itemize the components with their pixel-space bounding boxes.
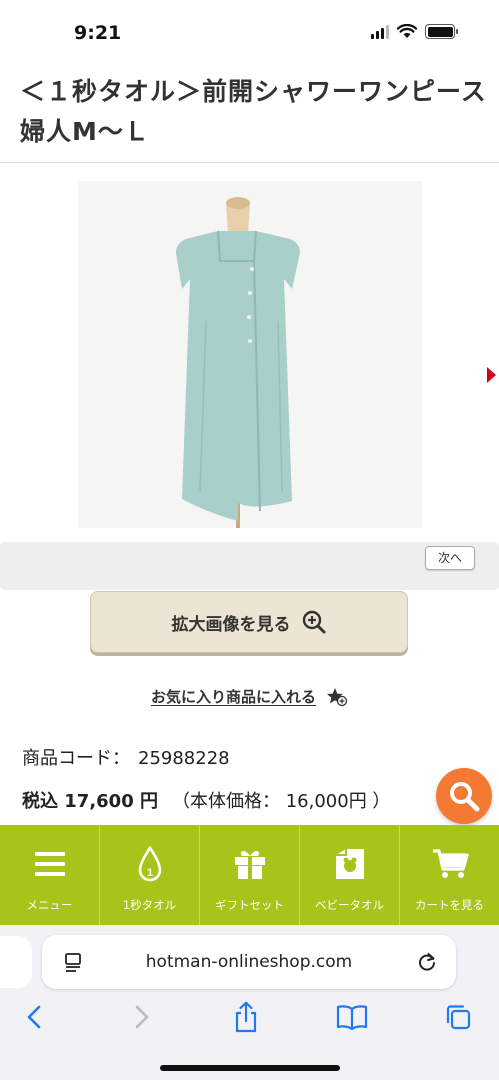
tabs-button[interactable] [438, 997, 478, 1037]
share-button[interactable] [226, 997, 266, 1037]
nav-label-menu: メニュー [26, 898, 73, 912]
price-tax-included: 税込 17,600 円 [22, 791, 158, 812]
search-icon [450, 782, 480, 812]
product-code: 商品コード： 25988228 [22, 744, 230, 770]
back-icon [27, 1005, 41, 1029]
browser-chrome: hotman-onlineshop.com [0, 925, 499, 1080]
browser-toolbar [0, 997, 499, 1037]
status-bar: 9:21 [0, 0, 499, 62]
nav-item-cart[interactable]: カートを見る [400, 825, 499, 925]
url-text: hotman-onlineshop.com [145, 952, 353, 972]
bottom-nav: メニュー 1 1秒タオル ギフトセット ベビータオル カートを見る [0, 825, 499, 925]
share-icon [235, 1001, 257, 1033]
reload-icon[interactable] [416, 951, 438, 973]
nav-item-baby-towel[interactable]: ベビータオル [300, 825, 400, 925]
wifi-icon [397, 24, 417, 38]
product-code-label: 商品コード： [22, 748, 130, 769]
battery-icon [425, 24, 458, 39]
forward-icon [135, 1005, 149, 1029]
product-image[interactable] [78, 181, 422, 528]
address-bar[interactable]: hotman-onlineshop.com [42, 935, 456, 989]
favorite-star-icon [327, 687, 348, 706]
gift-icon [233, 845, 267, 883]
search-button[interactable] [436, 768, 492, 824]
baby-towel-icon [332, 845, 368, 883]
price: 税込 17,600 円 （本体価格： 16,000円 ） [22, 787, 390, 813]
zoom-in-icon [302, 610, 325, 634]
product-title: ＜１秒タオル＞前開シャワーワンピース婦人M〜Ｌ [20, 77, 487, 146]
status-time: 9:21 [74, 22, 122, 44]
bookmarks-icon [336, 1005, 368, 1030]
home-indicator [160, 1065, 340, 1071]
price-base: （本体価格： 16,000円 ） [172, 791, 391, 812]
nav-item-gift-set[interactable]: ギフトセット [200, 825, 300, 925]
bookmarks-button[interactable] [332, 997, 372, 1037]
divider [0, 162, 499, 163]
nav-label-baby-towel: ベビータオル [315, 898, 384, 912]
next-image-arrow[interactable] [487, 367, 496, 383]
svg-text:1: 1 [146, 867, 152, 879]
dress-photo [78, 181, 422, 528]
add-to-favorites-link[interactable]: お気に入り商品に入れる [0, 686, 499, 707]
menu-icon [34, 845, 66, 883]
next-button[interactable]: 次へ [425, 546, 475, 570]
status-icons [371, 24, 458, 39]
drop-icon: 1 [137, 845, 163, 883]
nav-label-1sec-towel: 1秒タオル [122, 898, 177, 912]
nav-label-gift-set: ギフトセット [215, 898, 284, 912]
nav-item-menu[interactable]: メニュー [0, 825, 100, 925]
product-code-value: 25988228 [138, 748, 230, 769]
favorite-label: お気に入り商品に入れる [150, 688, 316, 706]
nav-item-1sec-towel[interactable]: 1 1秒タオル [100, 825, 200, 925]
signal-icon [371, 24, 389, 39]
cart-icon [431, 845, 469, 883]
previous-tab-preview[interactable] [0, 936, 32, 988]
back-button[interactable] [14, 997, 54, 1037]
thumbnail-strip: 次へ [0, 542, 499, 590]
nav-label-cart: カートを見る [415, 898, 484, 912]
tabs-icon [446, 1005, 471, 1030]
zoom-button-label: 拡大画像を見る [171, 614, 291, 635]
zoom-image-button[interactable]: 拡大画像を見る [90, 591, 408, 653]
forward-button[interactable] [122, 997, 162, 1037]
